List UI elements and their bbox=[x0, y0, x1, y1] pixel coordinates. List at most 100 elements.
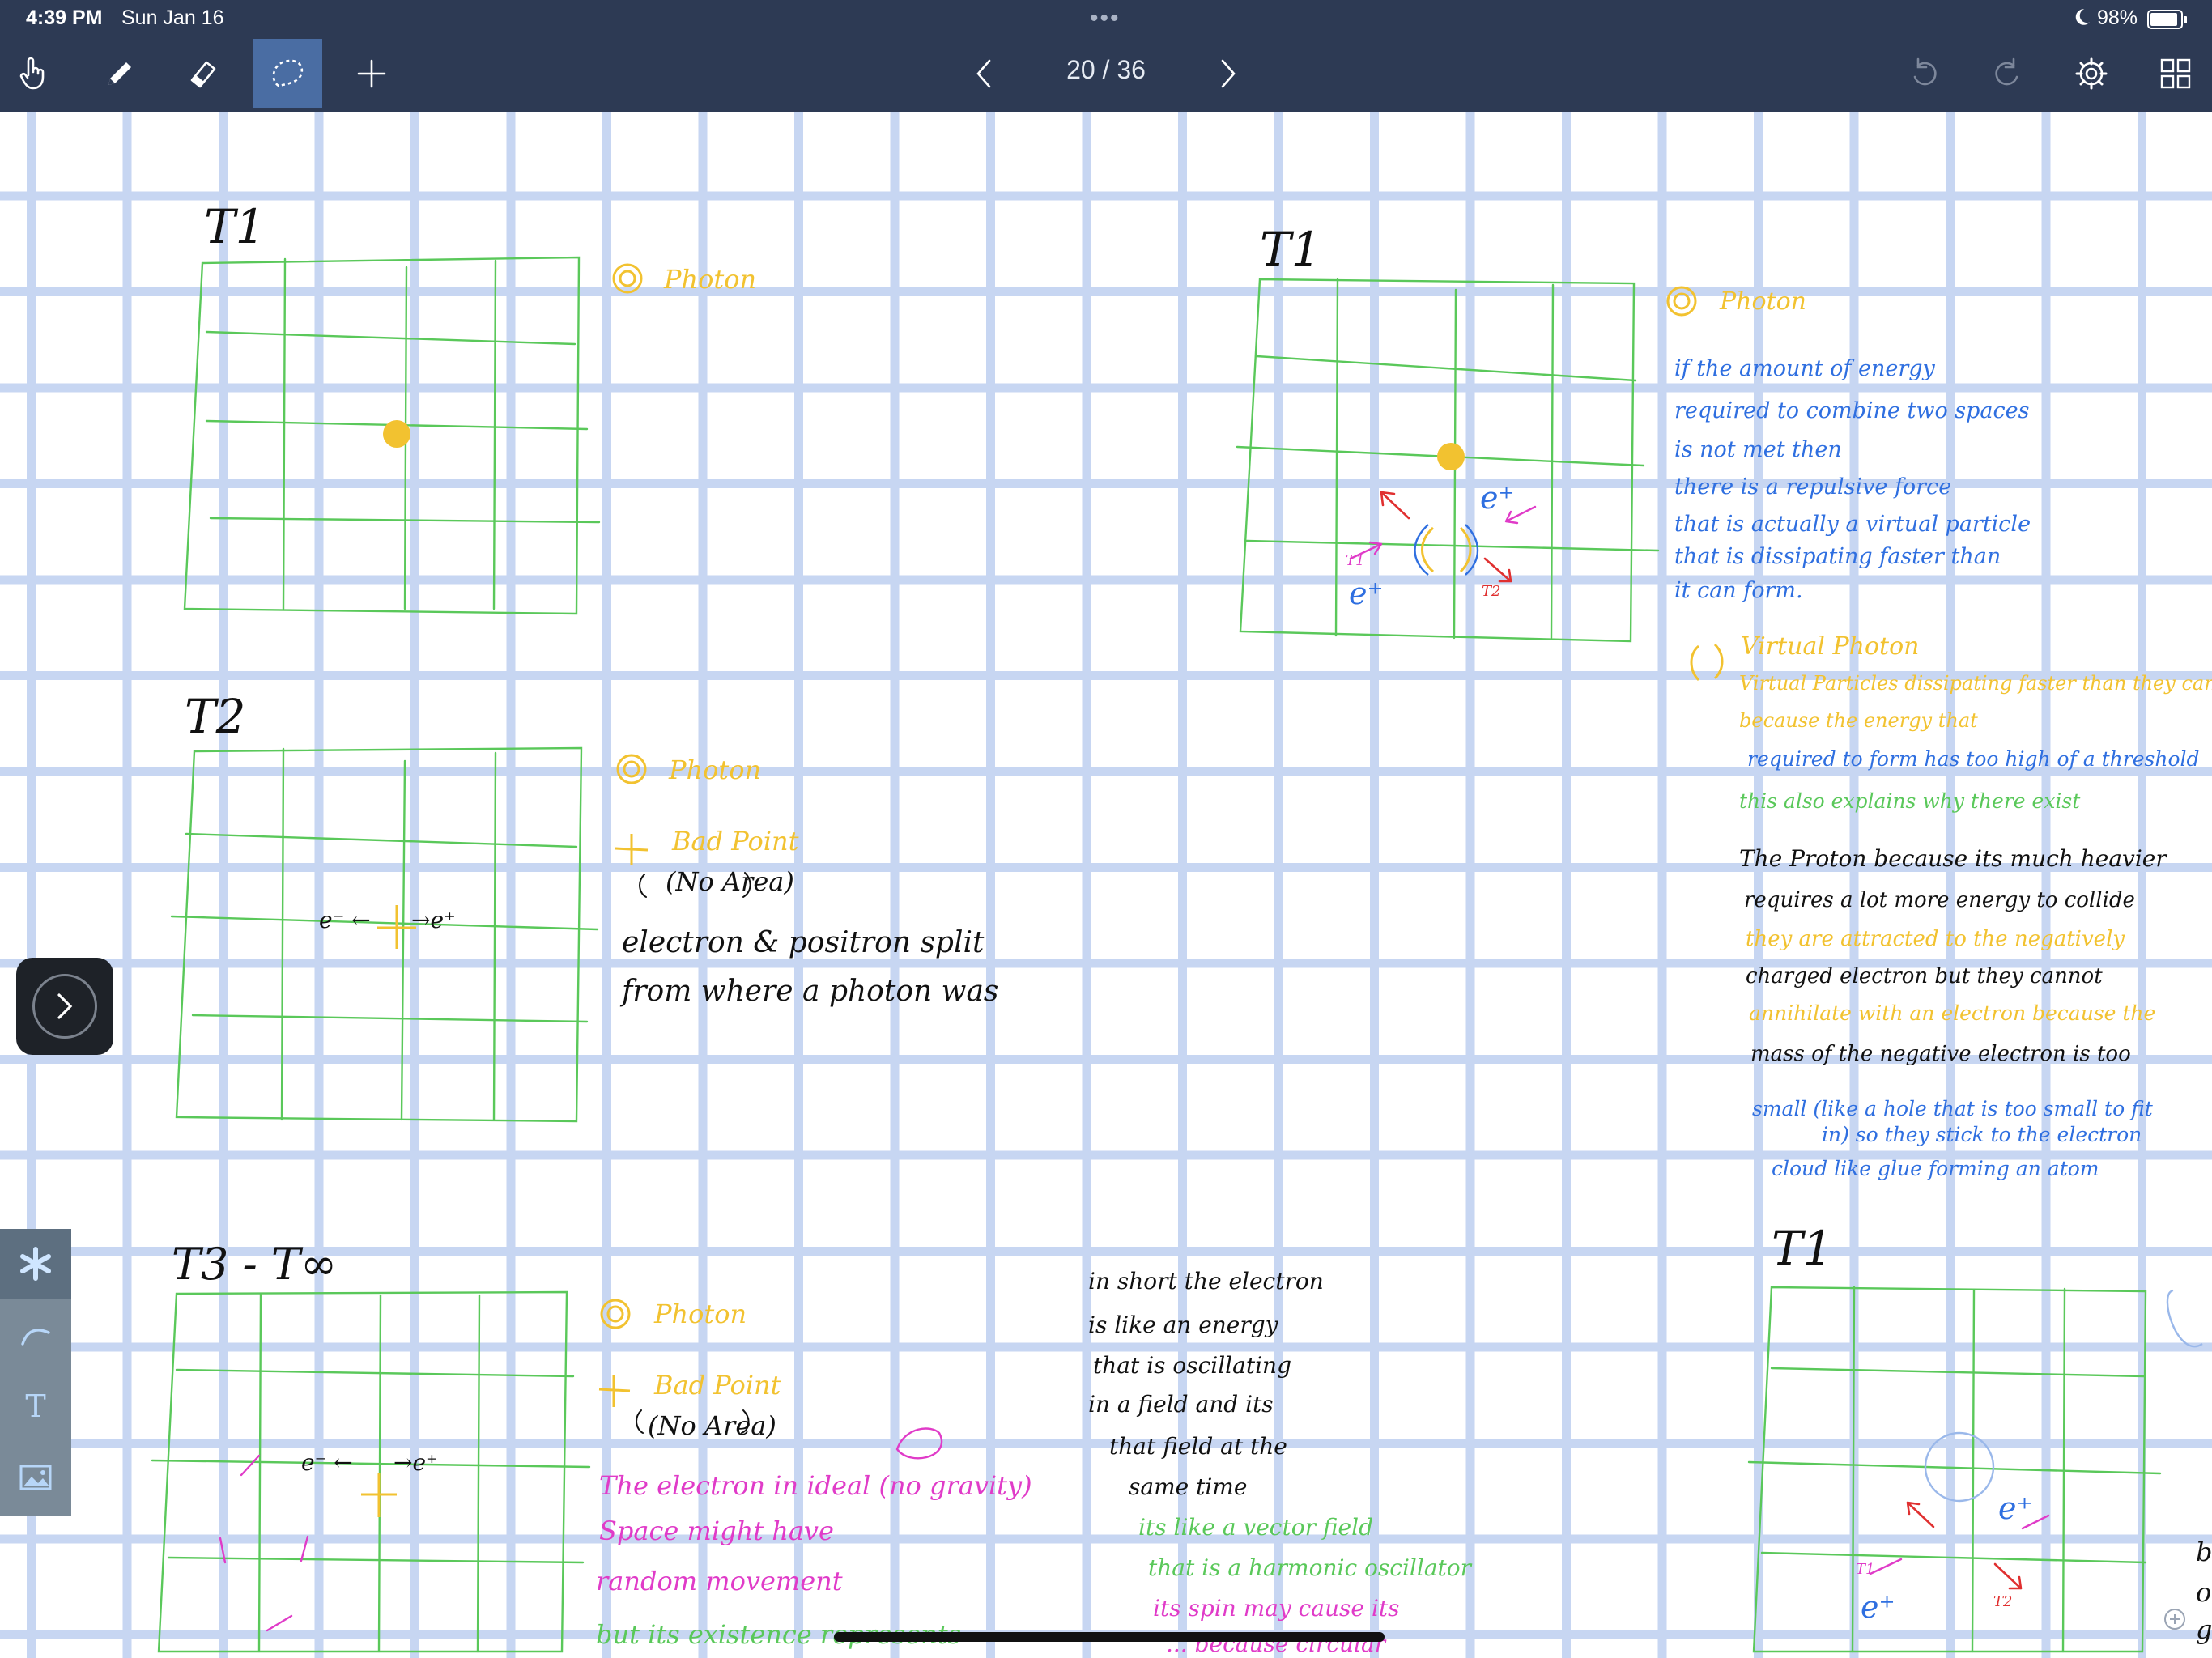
moon-icon bbox=[2071, 6, 2092, 33]
hand-tool-button[interactable] bbox=[0, 39, 70, 108]
multitasking-dots-icon[interactable]: ••• bbox=[1090, 5, 1121, 32]
mid-line-1: in short the electron bbox=[1088, 1268, 1324, 1295]
t3-e-plus: →e⁺ bbox=[393, 1449, 438, 1476]
home-indicator[interactable] bbox=[834, 1632, 1385, 1642]
right-k-2: requires a lot more energy to collide bbox=[1744, 888, 2135, 912]
redo-button[interactable] bbox=[1972, 39, 2042, 108]
right-k-1: The Proton because its much heavier bbox=[1739, 845, 2167, 872]
right-blue-1: if the amount of energy bbox=[1674, 356, 1936, 381]
pen-icon bbox=[108, 62, 131, 85]
right-k-4: charged electron but they cannot bbox=[1746, 964, 2103, 988]
right-blue-3: is not met then bbox=[1674, 437, 1842, 462]
t2-line2: from where a photon was bbox=[619, 975, 998, 1008]
right-photon-legend: Photon bbox=[1719, 287, 1806, 316]
settings-button[interactable] bbox=[2057, 39, 2126, 108]
chevron-right-icon bbox=[57, 993, 73, 1019]
battery-fill bbox=[2150, 13, 2178, 26]
right-vp-2: because the energy that bbox=[1739, 709, 1978, 732]
t3-label: T3 - T∞ bbox=[172, 1239, 337, 1290]
previous-page-button[interactable] bbox=[949, 39, 1019, 108]
t1-label: T1 bbox=[204, 199, 266, 254]
t2-e-plus: →e⁺ bbox=[411, 907, 456, 933]
right-virtual-legend: Virtual Photon bbox=[1741, 632, 1919, 661]
element-palette: T bbox=[0, 1229, 71, 1516]
eraser-icon bbox=[190, 61, 216, 88]
eraser-tool-button[interactable] bbox=[168, 39, 238, 108]
right-blue-6: that is dissipating faster than bbox=[1674, 544, 2001, 569]
edge-text-2: o bbox=[2196, 1577, 2211, 1608]
top-toolbar: 4:39 PM Sun Jan 16 ••• 98% 20 / 36 bbox=[0, 0, 2212, 112]
t3-pink-1: The electron in ideal (no gravity) bbox=[599, 1470, 1032, 1501]
lasso-icon bbox=[272, 59, 304, 87]
text-tool-button[interactable]: T bbox=[0, 1371, 71, 1441]
chevron-left-icon bbox=[976, 59, 991, 88]
add-button[interactable] bbox=[337, 39, 406, 108]
right-t1-label: T1 bbox=[1260, 222, 1321, 277]
mid-pink-1: its spin may cause its bbox=[1153, 1595, 1399, 1622]
t3-photon-legend: Photon bbox=[653, 1299, 747, 1329]
t2-badpoint-legend: Bad Point bbox=[671, 826, 799, 857]
t2-label: T2 bbox=[185, 689, 246, 744]
right-k-3: they are attracted to the negatively bbox=[1746, 927, 2125, 951]
curve-icon bbox=[21, 1329, 50, 1346]
next-page-button[interactable] bbox=[1193, 39, 1263, 108]
right-k-6: mass of the negative electron is too bbox=[1750, 1042, 2131, 1066]
right-k-9: cloud like glue forming an atom bbox=[1772, 1157, 2099, 1180]
asterisk-tool-button[interactable] bbox=[0, 1229, 71, 1299]
bottom-right-t1-sub: T1 bbox=[1856, 1561, 1874, 1578]
t2-line1: electron & positron split bbox=[622, 926, 985, 959]
lasso-tool-button[interactable] bbox=[253, 39, 322, 108]
side-panel-toggle[interactable] bbox=[16, 958, 113, 1055]
chevron-right-ring bbox=[32, 974, 97, 1039]
chevron-right-icon bbox=[1221, 59, 1236, 88]
page-indicator[interactable]: 20 / 36 bbox=[1025, 55, 1187, 85]
redo-icon bbox=[1995, 57, 2018, 86]
battery-percent: 98% bbox=[2097, 6, 2138, 29]
edge-text-1: b bbox=[2196, 1537, 2212, 1567]
grid-view-icon bbox=[2160, 58, 2191, 89]
asterisk-icon bbox=[20, 1247, 51, 1281]
right-vp-1: Virtual Particles dissipating faster tha… bbox=[1739, 672, 2212, 695]
bottom-right-t1-label: T1 bbox=[1772, 1221, 1833, 1276]
right-t1-sub: T1 bbox=[1346, 552, 1364, 569]
edge-text-3: g bbox=[2196, 1614, 2212, 1645]
battery-nub bbox=[2184, 16, 2187, 23]
mid-green-2: that is a harmonic oscillator bbox=[1148, 1554, 1473, 1581]
mid-line-3: that is oscillating bbox=[1093, 1352, 1291, 1379]
mid-green-1: its like a vector field bbox=[1138, 1514, 1373, 1541]
right-k-7: small (like a hole that is too small to … bbox=[1752, 1097, 2154, 1120]
status-date: Sun Jan 16 bbox=[121, 6, 224, 29]
right-blue-5: that is actually a virtual particle bbox=[1674, 512, 2031, 537]
right-vp-4: this also explains why there exist bbox=[1739, 789, 2081, 813]
pen-tool-button[interactable] bbox=[85, 39, 155, 108]
page-grid-button[interactable] bbox=[2141, 39, 2210, 108]
gear-icon bbox=[2075, 57, 2108, 90]
note-canvas[interactable]: T1 Photon T2 Photon Bad Point (No Area) … bbox=[0, 112, 2212, 1658]
text-icon: T bbox=[25, 1388, 46, 1424]
right-blue-4: there is a repulsive force bbox=[1674, 474, 1951, 500]
status-bar: 4:39 PM Sun Jan 16 ••• 98% bbox=[0, 0, 2212, 39]
mid-line-5: that field at the bbox=[1109, 1433, 1287, 1460]
t2-e-minus: e⁻ ← bbox=[319, 907, 371, 933]
image-icon bbox=[19, 1465, 52, 1490]
mid-line-2: is like an energy bbox=[1088, 1312, 1279, 1338]
t3-badpoint-legend: Bad Point bbox=[653, 1370, 781, 1401]
hand-icon bbox=[19, 57, 45, 90]
t2-photon-legend: Photon bbox=[668, 755, 761, 785]
right-blue-7: it can form. bbox=[1674, 578, 1803, 603]
image-tool-button[interactable] bbox=[0, 1443, 71, 1512]
right-t2-sub: T2 bbox=[1482, 583, 1500, 600]
right-blue-2: required to combine two spaces bbox=[1674, 398, 2029, 423]
curve-tool-button[interactable] bbox=[0, 1300, 71, 1370]
bottom-right-t2-sub: T2 bbox=[1993, 1593, 2012, 1610]
right-e-plus-bottom: e⁺ bbox=[1349, 576, 1384, 611]
bottom-right-e-plus-top: e⁺ bbox=[1998, 1490, 2033, 1526]
bottom-right-e-plus-bottom: e⁺ bbox=[1861, 1589, 1895, 1625]
undo-button[interactable] bbox=[1890, 39, 1959, 108]
mid-line-6: same time bbox=[1129, 1473, 1247, 1500]
mid-line-4: in a field and its bbox=[1088, 1391, 1274, 1418]
status-time: 4:39 PM bbox=[26, 6, 103, 29]
t3-noarea: (No Area) bbox=[648, 1410, 776, 1441]
right-k-5: annihilate with an electron because the bbox=[1749, 1001, 2155, 1025]
plus-icon bbox=[357, 59, 386, 88]
